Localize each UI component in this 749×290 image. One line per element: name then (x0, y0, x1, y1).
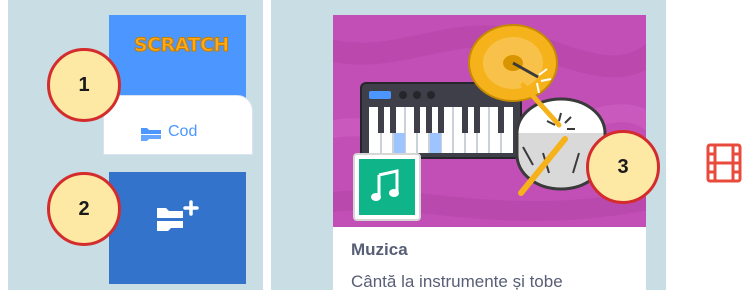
scratch-menu-bar: SCRATCH (109, 15, 246, 102)
music-notes-icon (359, 159, 415, 215)
step-marker-3: 3 (586, 130, 660, 204)
add-extension-button[interactable] (109, 172, 246, 284)
code-blocks-icon (140, 127, 162, 146)
tab-code[interactable]: Cod (103, 95, 253, 155)
cymbal-icon (468, 24, 558, 102)
music-extension-icon (353, 153, 421, 221)
extension-title: Muzica (351, 240, 408, 259)
step-marker-1: 1 (47, 48, 121, 122)
scratch-logo[interactable]: SCRATCH (134, 34, 230, 57)
left-panel: SCRATCH Cod (8, 0, 263, 290)
add-extension-icon (155, 200, 199, 245)
film-icon[interactable] (706, 143, 742, 188)
tab-code-label: Cod (168, 123, 198, 140)
scratch-editor-corner: SCRATCH Cod (103, 15, 253, 155)
extension-description: Cântă la instrumente și tobe (351, 272, 563, 290)
step-marker-2: 2 (47, 172, 121, 246)
